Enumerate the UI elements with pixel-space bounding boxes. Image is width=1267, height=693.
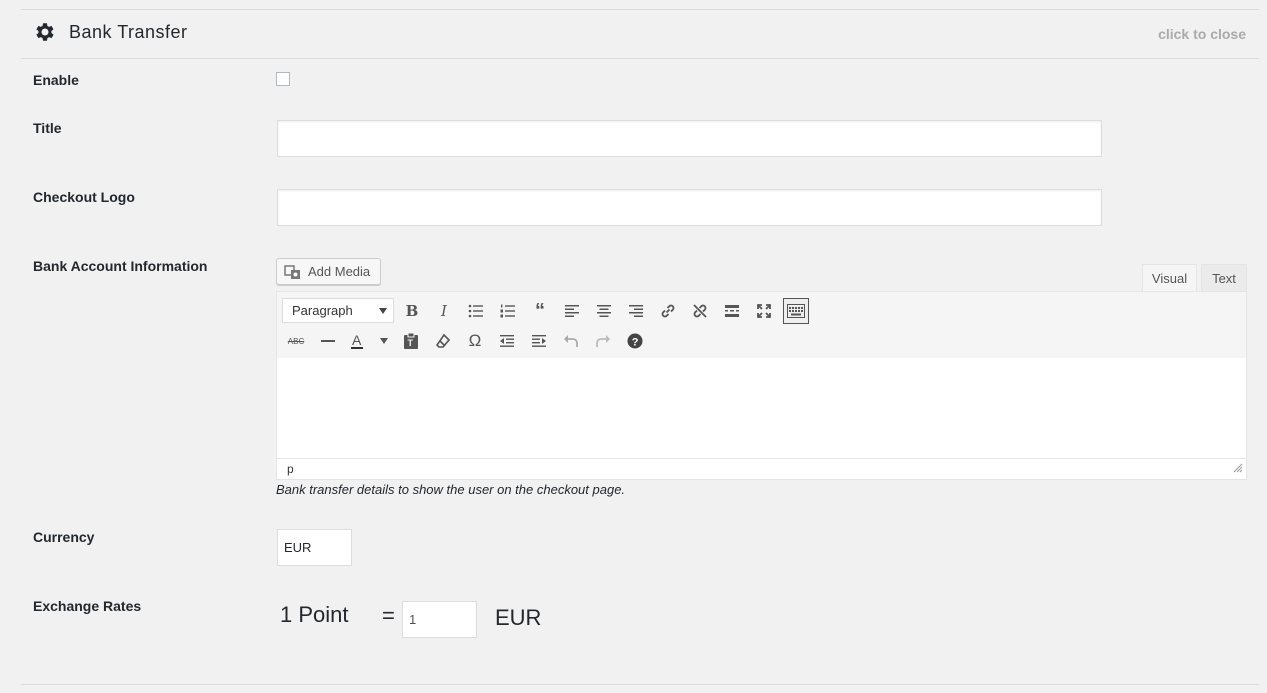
editor-content-area[interactable] [277,358,1246,459]
toolbar-toggle-icon[interactable] [783,298,809,324]
exchange-rates-label: Exchange Rates [33,598,142,614]
special-character-icon[interactable]: Ω [462,328,488,354]
bold-icon[interactable]: B [399,298,425,324]
fullscreen-icon[interactable] [751,298,777,324]
bank-info-label: Bank Account Information [33,258,208,274]
rich-text-editor: Paragraph B I “ ABC A T Ω ? p [276,291,1247,480]
enable-label: Enable [33,72,79,88]
help-icon[interactable]: ? [622,328,648,354]
text-color-icon[interactable]: A [347,328,373,354]
clear-formatting-icon[interactable] [430,328,456,354]
format-select[interactable]: Paragraph [282,298,394,323]
svg-text:T: T [408,338,414,348]
redo-icon[interactable] [590,328,616,354]
bullet-list-icon[interactable] [463,298,489,324]
bank-info-help-text: Bank transfer details to show the user o… [276,482,626,497]
element-path[interactable]: p [287,462,294,476]
align-center-icon[interactable] [591,298,617,324]
bottom-divider [21,684,1259,685]
currency-input[interactable]: EUR [277,529,352,566]
strikethrough-icon[interactable]: ABC [283,328,309,354]
header-divider [21,58,1259,59]
align-right-icon[interactable] [623,298,649,324]
panel-header[interactable]: Bank Transfer [32,20,188,44]
link-icon[interactable] [655,298,681,324]
text-color-dropdown-icon[interactable] [371,328,397,354]
format-select-value: Paragraph [292,303,353,318]
editor-toolbar: Paragraph B I “ ABC A T Ω ? [277,292,1246,359]
title-label: Title [33,120,62,136]
chevron-down-icon [379,308,387,314]
top-divider [21,9,1259,10]
align-left-icon[interactable] [559,298,585,324]
exchange-equals: = [382,603,395,628]
undo-icon[interactable] [558,328,584,354]
panel-title: Bank Transfer [69,21,188,42]
checkout-logo-input[interactable] [277,189,1102,226]
svg-text:A: A [352,332,362,348]
read-more-icon[interactable] [719,298,745,324]
exchange-point-text: 1 Point [280,602,349,627]
gear-icon [32,20,56,44]
unlink-icon[interactable] [687,298,713,324]
svg-text:?: ? [632,337,639,349]
horizontal-line-icon[interactable] [315,328,341,354]
close-link[interactable]: click to close [1158,26,1246,42]
resize-handle-icon[interactable] [1233,462,1243,476]
italic-icon[interactable]: I [431,298,457,324]
outdent-icon[interactable] [494,328,520,354]
blockquote-icon[interactable]: “ [527,298,553,324]
paste-text-icon[interactable]: T [398,328,424,354]
editor-statusbar: p [277,458,1246,479]
add-media-label: Add Media [308,264,371,279]
checkout-logo-label: Checkout Logo [33,189,135,205]
tab-text[interactable]: Text [1201,264,1247,292]
tab-visual[interactable]: Visual [1142,264,1197,292]
exchange-rate-input[interactable]: 1 [402,601,477,638]
indent-icon[interactable] [526,328,552,354]
title-input[interactable] [277,120,1102,157]
numbered-list-icon[interactable] [495,298,521,324]
currency-label: Currency [33,529,95,545]
enable-checkbox[interactable] [276,72,290,86]
exchange-currency: EUR [495,605,542,630]
add-media-button[interactable]: Add Media [276,258,381,285]
add-media-icon [284,264,300,279]
